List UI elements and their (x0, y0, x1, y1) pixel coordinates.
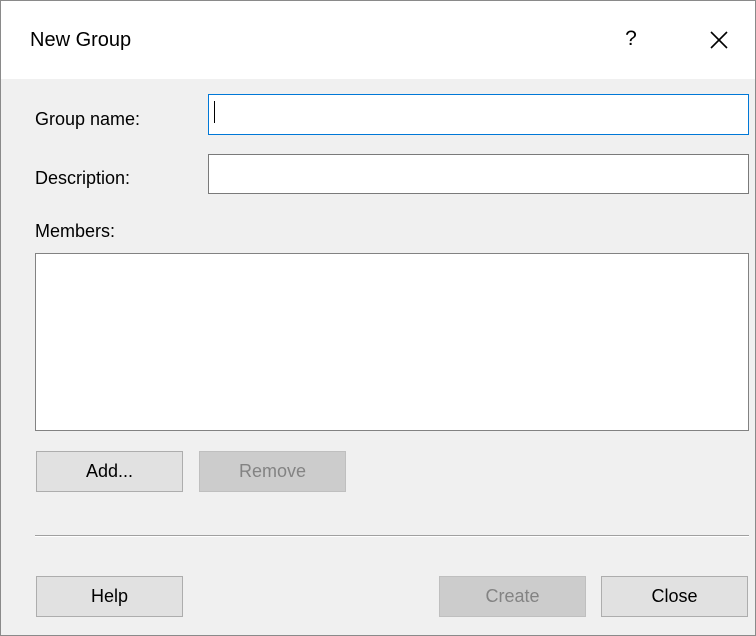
footer-separator (35, 535, 749, 537)
remove-member-button[interactable]: Remove (199, 451, 346, 492)
add-member-button[interactable]: Add... (36, 451, 183, 492)
create-button[interactable]: Create (439, 576, 586, 617)
members-list[interactable] (35, 253, 749, 431)
new-group-dialog: New Group ? Group name: Description: Mem… (0, 0, 756, 636)
close-icon[interactable] (699, 21, 739, 59)
close-button[interactable]: Close (601, 576, 748, 617)
description-label: Description: (35, 168, 131, 188)
help-button[interactable]: Help (36, 576, 183, 617)
dialog-title: New Group (30, 29, 132, 51)
group-name-label: Group name: (35, 109, 141, 129)
text-caret (214, 101, 215, 123)
group-name-input[interactable] (208, 94, 749, 135)
title-bar[interactable]: New Group ? (1, 1, 755, 79)
members-label: Members: (35, 221, 116, 241)
help-icon[interactable]: ? (613, 19, 649, 59)
close-x-glyph (710, 31, 728, 49)
description-input[interactable] (208, 154, 749, 194)
